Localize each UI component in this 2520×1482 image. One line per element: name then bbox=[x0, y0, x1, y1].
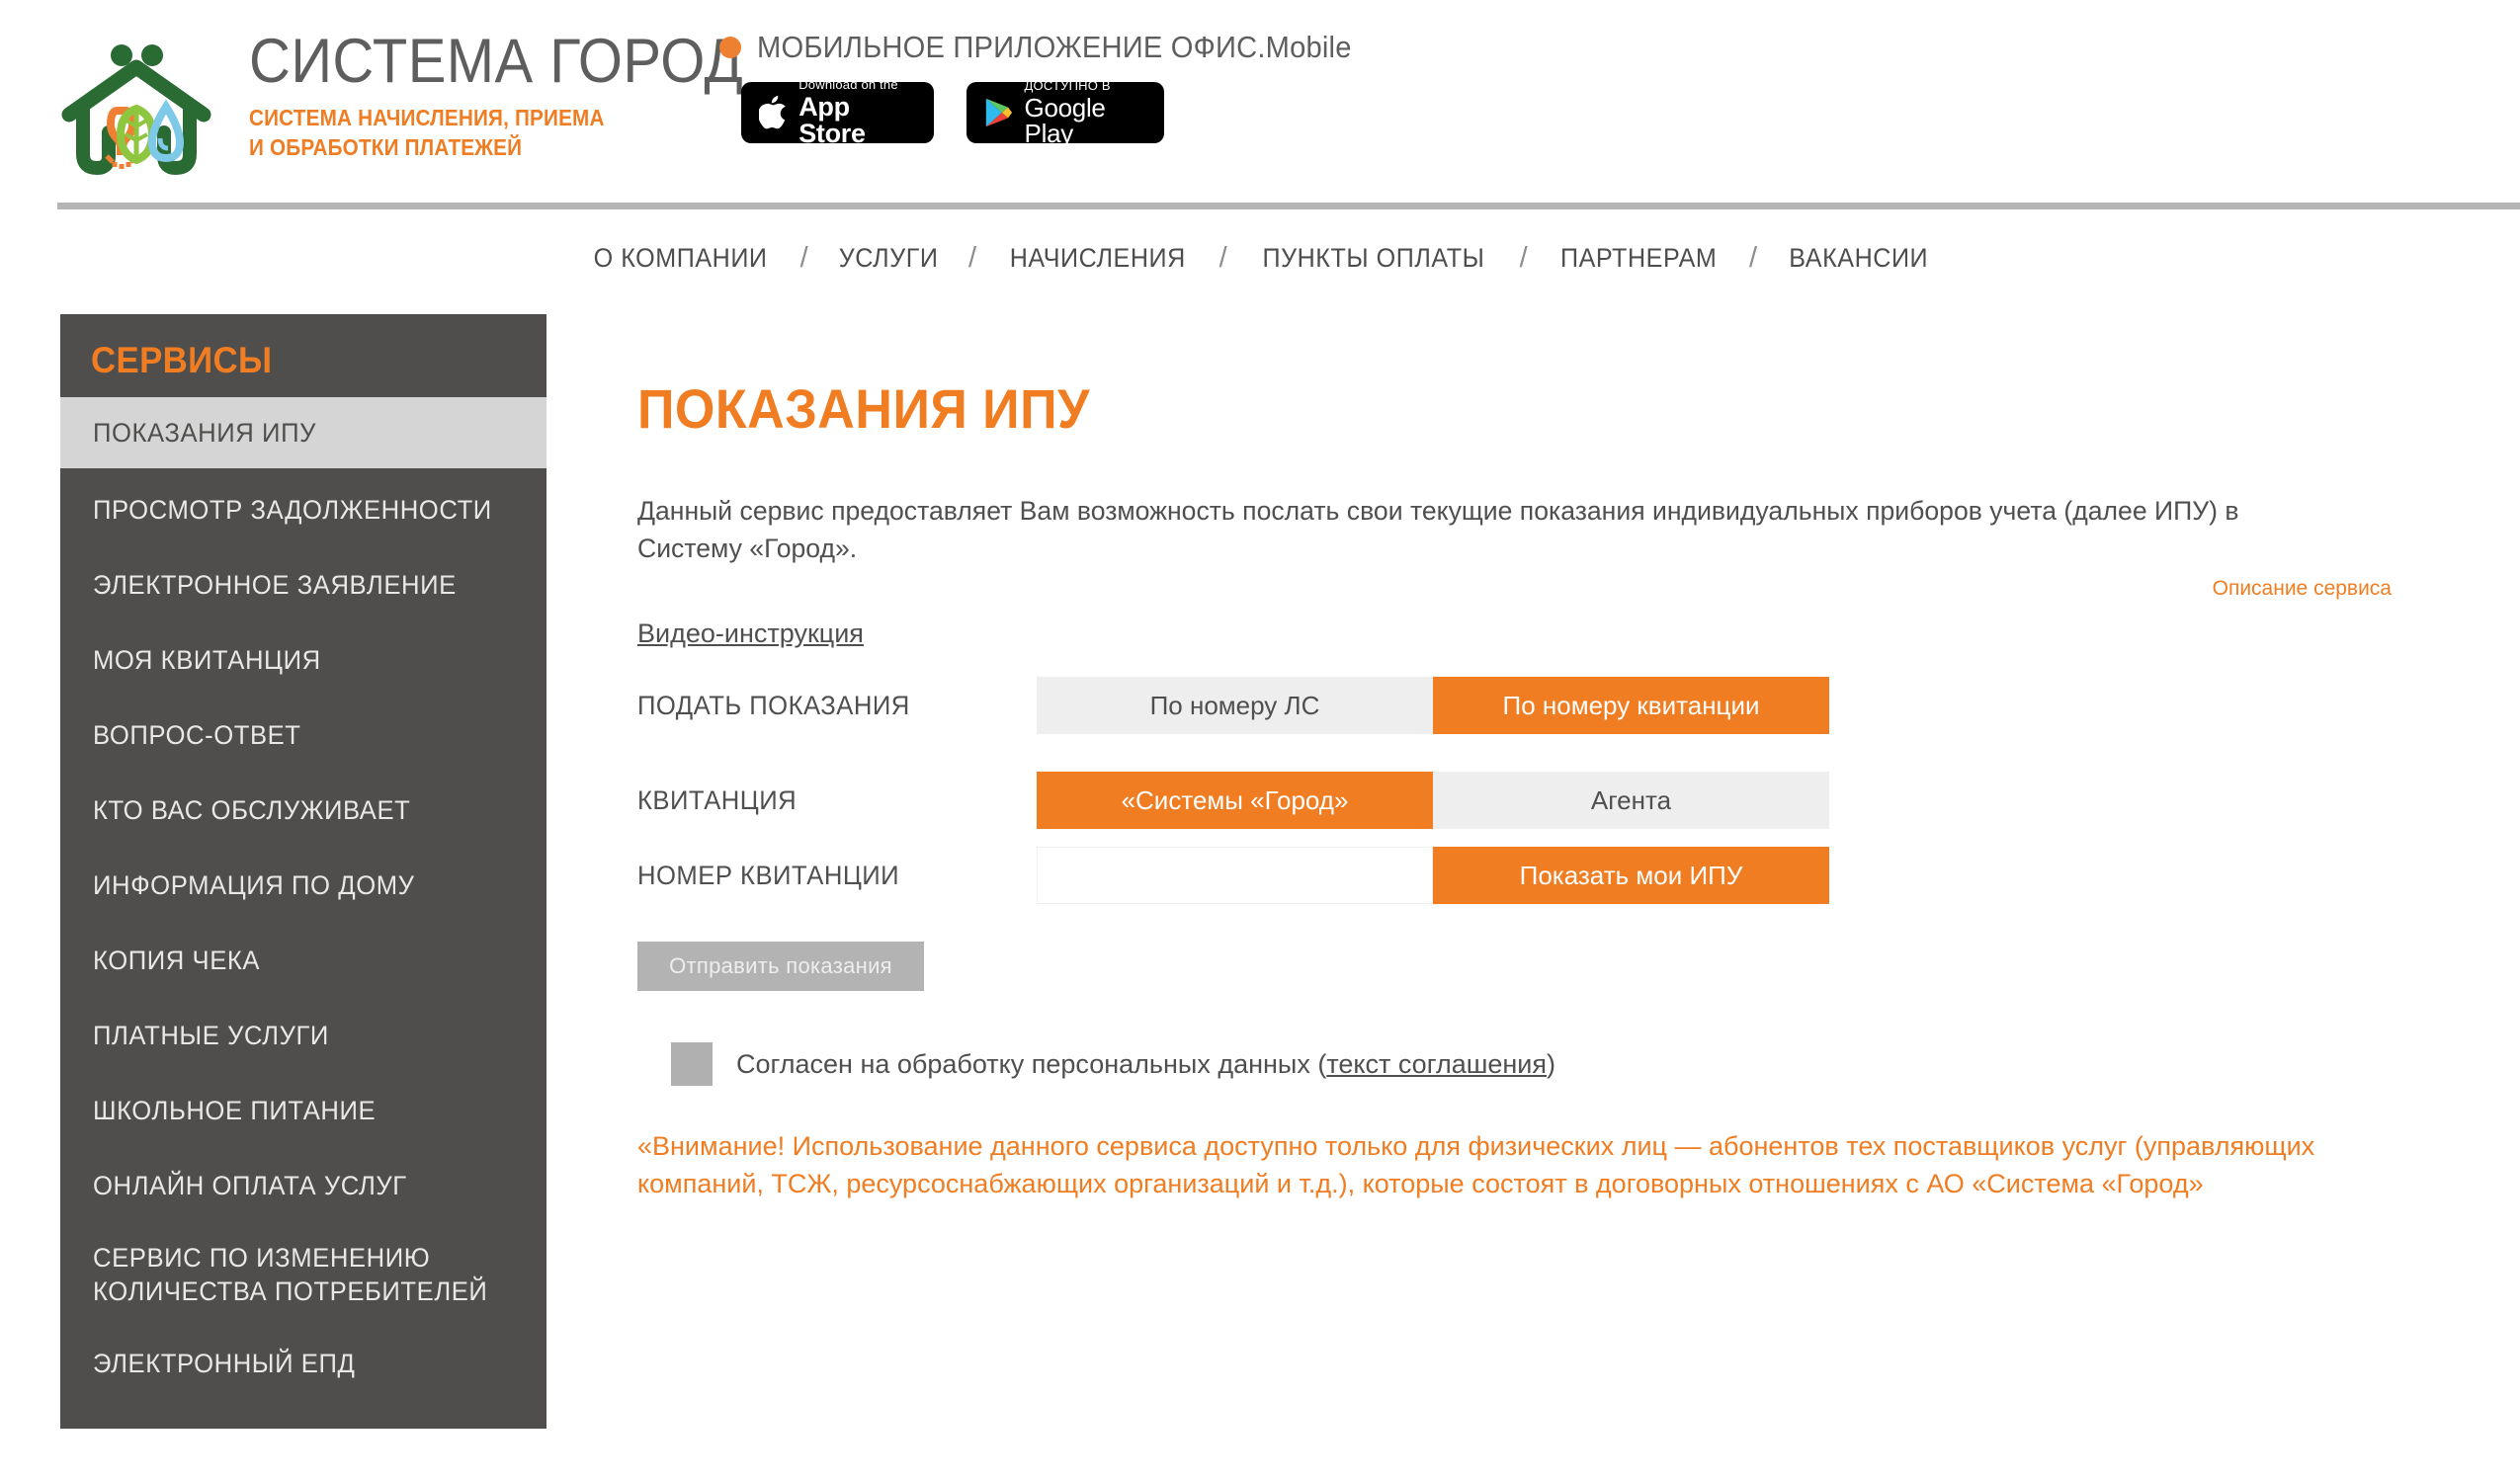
app-store-big-label: App Store bbox=[798, 92, 866, 148]
sidebar-item-label: ЭЛЕКТРОННЫЙ ЕПД bbox=[93, 1349, 356, 1378]
receipt-number-input[interactable] bbox=[1037, 847, 1433, 904]
consent-text-after: ) bbox=[1547, 1048, 1556, 1079]
form-row-submit-method: ПОДАТЬ ПОКАЗАНИЯ По номеру ЛС По номеру … bbox=[637, 677, 2476, 734]
google-play-small-label: ДОСТУПНО В bbox=[1024, 78, 1111, 93]
google-play-icon bbox=[985, 98, 1013, 127]
main-navigation: О КОМПАНИИ / УСЛУГИ / НАЧИСЛЕНИЯ / ПУНКТ… bbox=[0, 242, 2520, 275]
sidebar-item-electronic-epd[interactable]: ЭЛЕКТРОННЫЙ ЕПД bbox=[60, 1326, 546, 1401]
nav-item-services[interactable]: УСЛУГИ bbox=[836, 243, 941, 274]
submit-by-receipt-button[interactable]: По номеру квитанции bbox=[1433, 677, 1829, 734]
nav-separator: / bbox=[1748, 242, 1758, 274]
send-readings-button[interactable]: Отправить показания bbox=[637, 942, 924, 991]
nav-separator: / bbox=[1519, 242, 1528, 274]
company-logo-icon[interactable] bbox=[57, 38, 215, 181]
submit-by-account-button[interactable]: По номеру ЛС bbox=[1037, 677, 1433, 734]
apple-icon bbox=[759, 96, 786, 129]
app-store-badge[interactable]: Download on the App Store bbox=[741, 78, 934, 147]
sidebar-item-my-receipt[interactable]: МОЯ КВИТАНЦИЯ bbox=[60, 622, 546, 698]
nav-separator: / bbox=[1218, 242, 1227, 274]
sidebar-item-label: ПРОСМОТР ЗАДОЛЖЕННОСТИ bbox=[93, 495, 492, 525]
mobile-app-title: МОБИЛЬНОЕ ПРИЛОЖЕНИЕ ОФИС.Mobile bbox=[757, 30, 1352, 64]
sidebar-title: СЕРВИСЫ bbox=[91, 340, 273, 380]
sidebar-item-label: ПЛАТНЫЕ УСЛУГИ bbox=[93, 1021, 329, 1050]
nav-item-payment-points[interactable]: ПУНКТЫ ОПЛАТЫ bbox=[1259, 243, 1487, 274]
site-header: СИСТЕМА ГОРОД СИСТЕМА НАЧИСЛЕНИЯ, ПРИЕМА… bbox=[0, 0, 2520, 209]
brand-block: СИСТЕМА ГОРОД СИСТЕМА НАЧИСЛЕНИЯ, ПРИЕМА… bbox=[249, 28, 787, 162]
sidebar-item-debt-view[interactable]: ПРОСМОТР ЗАДОЛЖЕННОСТИ bbox=[60, 472, 546, 547]
sidebar-item-label: КТО ВАС ОБСЛУЖИВАЕТ bbox=[93, 795, 411, 825]
show-my-ipu-button[interactable]: Показать мои ИПУ bbox=[1433, 847, 1829, 904]
page-title: ПОКАЗАНИЯ ИПУ bbox=[637, 377, 1090, 440]
sidebar-item-label: ВОПРОС-ОТВЕТ bbox=[93, 720, 301, 750]
mobile-app-promo: МОБИЛЬНОЕ ПРИЛОЖЕНИЕ ОФИС.Mobile Downloa… bbox=[719, 30, 1389, 148]
meter-readings-form: ПОДАТЬ ПОКАЗАНИЯ По номеру ЛС По номеру … bbox=[637, 677, 2476, 1202]
sidebar-item-faq[interactable]: ВОПРОС-ОТВЕТ bbox=[60, 698, 546, 773]
sidebar-item-label: СЕРВИС ПО ИЗМЕНЕНИЮ КОЛИЧЕСТВА ПОТРЕБИТЕ… bbox=[93, 1243, 488, 1306]
brand-subtitle-line2: И ОБРАБОТКИ ПЛАТЕЖЕЙ bbox=[249, 134, 523, 160]
receipt-system-gorod-button[interactable]: «Системы «Город» bbox=[1037, 772, 1433, 829]
google-play-badge[interactable]: ДОСТУПНО В Google Play bbox=[966, 78, 1164, 148]
warning-notice: «Внимание! Использование данного сервиса… bbox=[637, 1131, 2315, 1198]
sidebar-item-receipt-copy[interactable]: КОПИЯ ЧЕКА bbox=[60, 923, 546, 998]
nav-item-charges[interactable]: НАЧИСЛЕНИЯ bbox=[1007, 243, 1189, 274]
receipt-number-label: НОМЕР КВИТАНЦИИ bbox=[637, 861, 900, 890]
nav-separator: / bbox=[799, 242, 808, 274]
sidebar-menu: ПОКАЗАНИЯ ИПУ ПРОСМОТР ЗАДОЛЖЕННОСТИ ЭЛЕ… bbox=[60, 397, 546, 1401]
brand-subtitle-line1: СИСТЕМА НАЧИСЛЕНИЯ, ПРИЕМА bbox=[249, 105, 605, 130]
sidebar: СЕРВИСЫ ПОКАЗАНИЯ ИПУ ПРОСМОТР ЗАДОЛЖЕНН… bbox=[60, 314, 546, 1429]
main-content: ПОКАЗАНИЯ ИПУ Данный сервис предоставляе… bbox=[637, 314, 2476, 1202]
sidebar-item-label: ЭЛЕКТРОННОЕ ЗАЯВЛЕНИЕ bbox=[93, 570, 457, 600]
consent-text: Согласен на обработку персональных данны… bbox=[736, 1049, 1555, 1080]
receipt-type-segmented-control: «Системы «Город» Агента bbox=[1037, 772, 1829, 829]
sidebar-item-meter-readings[interactable]: ПОКАЗАНИЯ ИПУ bbox=[60, 397, 546, 468]
form-row-receipt-number: НОМЕР КВИТАНЦИИ Показать мои ИПУ bbox=[637, 847, 2476, 904]
nav-item-about[interactable]: О КОМПАНИИ bbox=[590, 243, 769, 274]
sidebar-item-electronic-application[interactable]: ЭЛЕКТРОННОЕ ЗАЯВЛЕНИЕ bbox=[60, 547, 546, 622]
sidebar-item-house-info[interactable]: ИНФОРМАЦИЯ ПО ДОМУ bbox=[60, 848, 546, 923]
sidebar-item-label: КОПИЯ ЧЕКА bbox=[93, 946, 261, 975]
bullet-dot-icon bbox=[719, 37, 741, 58]
header-divider bbox=[57, 203, 2520, 209]
sidebar-item-label: ИНФОРМАЦИЯ ПО ДОМУ bbox=[93, 870, 415, 900]
receipt-type-label: КВИТАНЦИЯ bbox=[637, 785, 798, 815]
sidebar-item-label: ШКОЛЬНОЕ ПИТАНИЕ bbox=[93, 1096, 377, 1125]
submit-method-segmented-control: По номеру ЛС По номеру квитанции bbox=[1037, 677, 1829, 734]
submit-method-label: ПОДАТЬ ПОКАЗАНИЯ bbox=[637, 691, 910, 720]
sidebar-item-label: ОНЛАЙН ОПЛАТА УСЛУГ bbox=[93, 1171, 407, 1200]
sidebar-item-change-consumers-count[interactable]: СЕРВИС ПО ИЗМЕНЕНИЮ КОЛИЧЕСТВА ПОТРЕБИТЕ… bbox=[60, 1223, 546, 1326]
app-store-small-label: Download on the bbox=[798, 77, 898, 92]
service-description-link-wrap: Описание сервиса bbox=[637, 577, 2392, 601]
brand-title: СИСТЕМА ГОРОД bbox=[249, 27, 744, 96]
sidebar-item-online-payment[interactable]: ОНЛАЙН ОПЛАТА УСЛУГ bbox=[60, 1148, 546, 1223]
consent-text-before: Согласен на обработку персональных данны… bbox=[736, 1048, 1327, 1079]
sidebar-item-paid-services[interactable]: ПЛАТНЫЕ УСЛУГИ bbox=[60, 998, 546, 1073]
intro-paragraph: Данный сервис предоставляет Вам возможно… bbox=[637, 496, 2239, 563]
sidebar-item-label: МОЯ КВИТАНЦИЯ bbox=[93, 645, 321, 675]
video-instruction-link[interactable]: Видео-инструкция bbox=[637, 618, 864, 649]
consent-row: Согласен на обработку персональных данны… bbox=[671, 1042, 2476, 1086]
sidebar-item-school-meals[interactable]: ШКОЛЬНОЕ ПИТАНИЕ bbox=[60, 1073, 546, 1148]
consent-agreement-link[interactable]: текст соглашения bbox=[1326, 1049, 1547, 1079]
receipt-agent-button[interactable]: Агента bbox=[1433, 772, 1829, 829]
nav-item-partners[interactable]: ПАРТНЕРАМ bbox=[1557, 243, 1720, 274]
form-row-receipt-type: КВИТАНЦИЯ «Системы «Город» Агента bbox=[637, 772, 2476, 829]
service-description-link[interactable]: Описание сервиса bbox=[2213, 577, 2392, 600]
sidebar-item-label: ПОКАЗАНИЯ ИПУ bbox=[93, 418, 316, 448]
consent-checkbox[interactable] bbox=[671, 1042, 713, 1086]
nav-item-vacancies[interactable]: ВАКАНСИИ bbox=[1787, 243, 1931, 274]
google-play-big-label: Google Play bbox=[1024, 93, 1106, 148]
sidebar-item-who-serves-you[interactable]: КТО ВАС ОБСЛУЖИВАЕТ bbox=[60, 773, 546, 848]
nav-separator: / bbox=[967, 242, 977, 274]
